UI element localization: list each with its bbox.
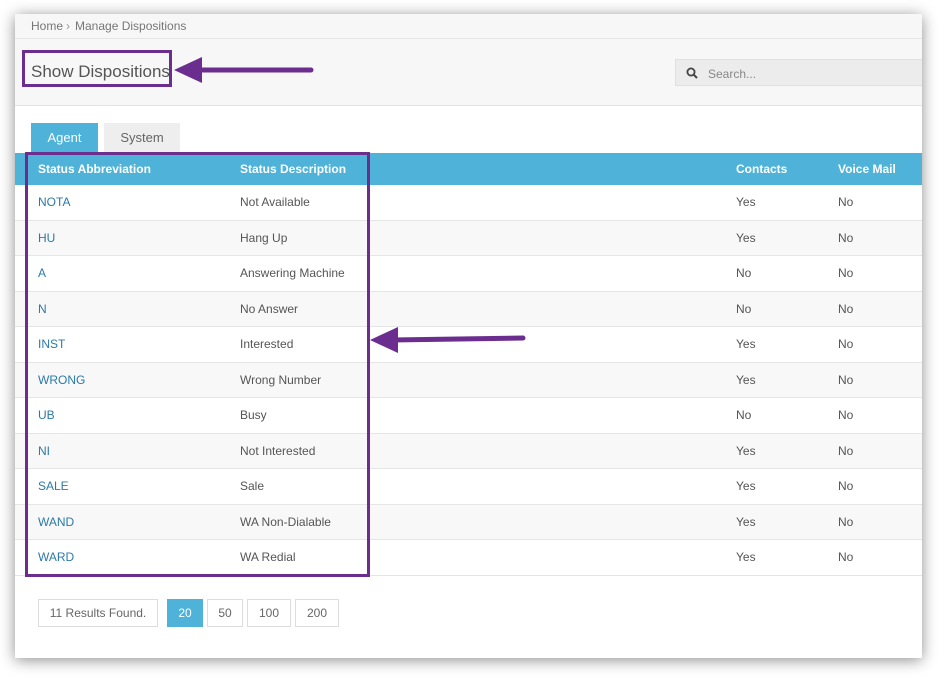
column-header-contacts[interactable]: Contacts: [736, 162, 787, 176]
tab-system[interactable]: System: [104, 123, 180, 153]
voice-mail-value: No: [838, 372, 854, 387]
breadcrumb-current: Manage Dispositions: [75, 19, 187, 33]
contacts-value: No: [736, 266, 752, 280]
contacts-value: Yes: [736, 479, 756, 493]
voice-mail-value: No: [838, 230, 854, 245]
page-size-100-button[interactable]: 100: [247, 599, 291, 627]
breadcrumb-separator: ›: [66, 19, 70, 33]
arrow-to-columns-icon: [370, 327, 526, 353]
contacts-value: Yes: [736, 230, 756, 245]
voice-mail-value: No: [838, 514, 854, 529]
contacts-value: No: [736, 301, 752, 316]
contacts-value: No: [736, 408, 752, 422]
page-size-50-button[interactable]: 50: [207, 599, 243, 627]
breadcrumb: Home › Manage Dispositions: [15, 14, 922, 39]
voice-mail-value: No: [838, 408, 854, 422]
voice-mail-value: No: [838, 443, 854, 458]
results-count: 11 Results Found.: [38, 599, 158, 627]
search-icon: [686, 67, 698, 79]
columns-highlight-box: [25, 152, 370, 577]
tab-agent[interactable]: Agent: [31, 123, 98, 153]
voice-mail-value: No: [838, 301, 854, 316]
contacts-value: Yes: [736, 195, 756, 209]
contacts-value: Yes: [736, 514, 756, 529]
contacts-value: Yes: [736, 443, 756, 458]
contacts-value: Yes: [736, 372, 756, 387]
search-box[interactable]: [675, 59, 922, 86]
voice-mail-value: No: [838, 337, 854, 351]
voice-mail-value: No: [838, 479, 854, 493]
title-highlight-box: [22, 50, 172, 87]
arrow-to-title-icon: [174, 57, 314, 83]
contacts-value: Yes: [736, 550, 756, 564]
voice-mail-value: No: [838, 550, 854, 564]
voice-mail-value: No: [838, 195, 854, 209]
voice-mail-value: No: [838, 266, 854, 280]
contacts-value: Yes: [736, 337, 756, 351]
breadcrumb-home[interactable]: Home: [31, 19, 63, 33]
page-size-20-button[interactable]: 20: [167, 599, 203, 627]
search-input[interactable]: [706, 64, 910, 84]
page-size-200-button[interactable]: 200: [295, 599, 339, 627]
column-header-voice-mail[interactable]: Voice Mail: [838, 162, 896, 176]
